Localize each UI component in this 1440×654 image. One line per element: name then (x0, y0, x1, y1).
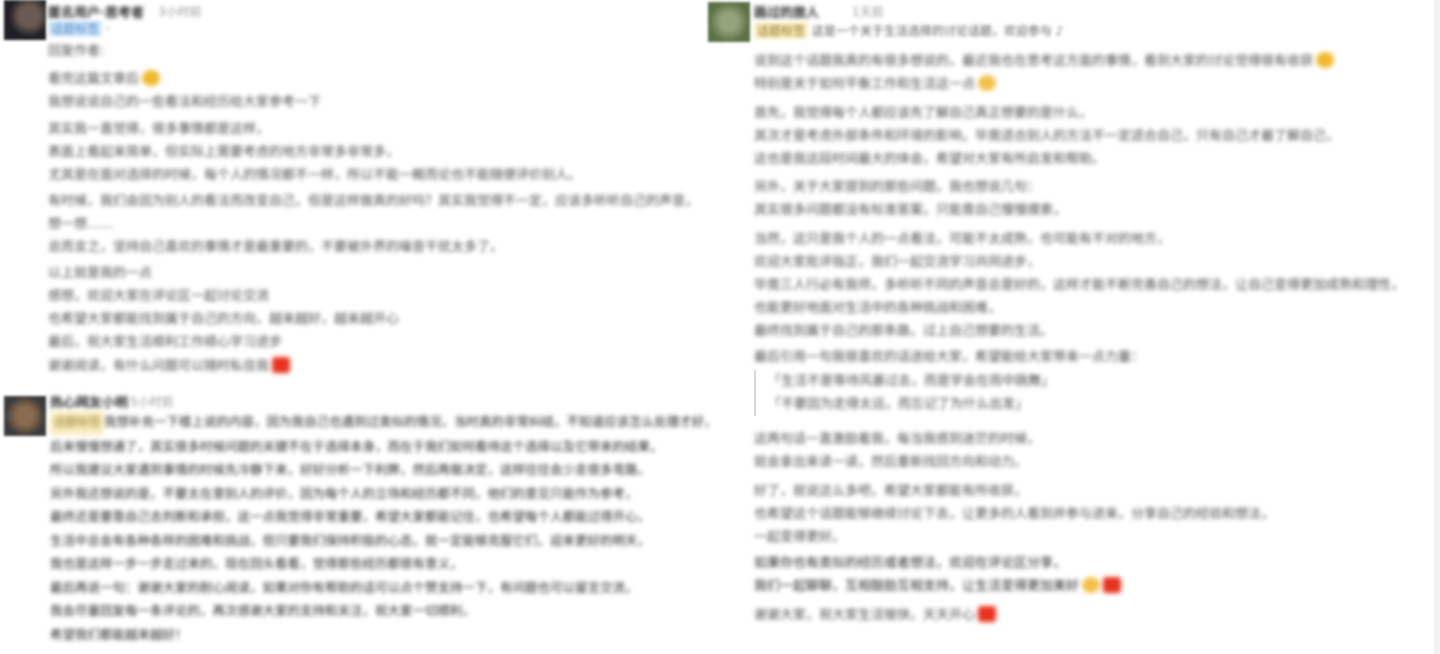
post-line: 我们一起聊聊，互相鼓励互相支持，让生活变得更加美好 (754, 575, 1122, 598)
comment-post: 路过的旅人 1天前 话题标签 这是一个关于生活选择的讨论话题，欢迎参与 ♪ 说到… (704, 0, 1440, 654)
post-line: 好了，就说这么多吧，希望大家都能有所收获， (754, 484, 1028, 499)
tag-line: 话题标签 · (48, 20, 110, 37)
topic-tag[interactable]: 话题标签 (48, 20, 103, 37)
post-line: 其实我一直觉得，很多事情都是这样， (48, 122, 270, 137)
post-line: 如果你也有类似的经历或者想法，欢迎在评论区分享， (754, 556, 1067, 571)
post-line: 也希望大家都能找到属于自己的方向，越来越好，越来越开心 (48, 312, 400, 327)
author-name[interactable]: 热心网友小明 (50, 392, 128, 411)
post-line: 其实很多问题都没有标准答案，只能靠自己慢慢摸索， (754, 203, 1067, 218)
post-line: 其次才是考虑外部条件和环境的影响，毕竟适合别人的方法不一定适合自己，只有自己才最… (754, 129, 1340, 144)
post-line: 特别是关于如何平衡工作和生活这一点 (754, 73, 1334, 96)
post-line: 谢谢大家，祝大家生活愉快，天天开心 (754, 604, 997, 627)
post-line: 最终还是要靠自己去判断和承担，这一点我觉得非常重要，希望大家都能记住，也希望每个… (50, 509, 651, 524)
post-line: 谢谢阅读，有什么问题可以随时私信我 (48, 355, 291, 378)
author-name[interactable]: 路过的旅人 (754, 2, 819, 21)
post-line: 最后引用一句我很喜欢的话送给大家，希望能给大家带来一点力量： (754, 350, 1145, 365)
quote-line: 「生活不是等待风暴过去，而是学会在雨中跳舞」 (768, 374, 1055, 389)
comment-post: 匿名用户·思考者 3小时前 话题标签 · 回复作者: 看完这篇文章后 我想说说自… (0, 0, 730, 385)
topic-tag[interactable]: 话题标签 (754, 22, 809, 39)
timestamp: 1天前 (852, 5, 884, 19)
timestamp: 3小时前 (158, 5, 202, 19)
post-line: 最终找到属于自己的那条路，过上自己想要的生活。 (754, 324, 1054, 339)
tag-tail: · (105, 22, 110, 36)
post-line: 总而言之，坚持自己喜欢的事情才是最重要的，不要被外界的噪音干扰太多了。 (48, 240, 504, 255)
post-line: 生活中总会有各种各样的困难和挑战，但只要我们保持积极的心态，就一定能够克服它们，… (50, 532, 651, 548)
heart-icon (978, 606, 997, 622)
author-name[interactable]: 匿名用户·思考者 (48, 2, 144, 21)
post-line: 我也是这样一步一步走过来的，现在回头看看，觉得那些经历都很有意义， (50, 556, 463, 571)
post-line: 首先，我觉得每个人都应该先了解自己真正想要的是什么， (754, 106, 1093, 121)
post-line: 我想说说自己的一些看法和经历给大家参考一下 (48, 95, 322, 110)
post-line: 最后，祝大家生活顺利工作顺心学习进步 (48, 335, 283, 350)
heart-icon (1103, 577, 1122, 593)
quote-line: 「不要因为走得太远，而忘记了为什么出发」 (768, 397, 1029, 412)
post-line: 尤其是在面对选择的时候，每个人的情况都不一样，所以不能一概而论也不能随便评价别人… (48, 168, 582, 183)
post-line: 毕竟三人行必有我师，多听听不同的声音总是好的，这样才能不断完善自己的想法，让自己… (754, 278, 1405, 293)
timestamp: 5小时前 (130, 395, 174, 409)
post-line: 就会拿出来读一读，然后重新找回方向和动力。 (754, 455, 1028, 470)
post-line: 所以我建议大家遇到事情的时候先冷静下来，好好分析一下利弊，然后再做决定，这样往往… (50, 462, 651, 477)
avatar[interactable] (4, 396, 46, 436)
tag-tail: 这是一个关于生活选择的讨论话题，欢迎参与 ♪ (811, 24, 1064, 38)
post-line: 话题标签 我想补充一下楼上说的内容，因为我自己也遇到过类似的情况，当时真的非常纠结… (50, 410, 717, 435)
post-line: 也希望这个话题能够继续讨论下去，让更多的人看到并参与进来，分享自己的经验和想法， (754, 507, 1275, 522)
post-line: 想一想…… (48, 217, 114, 232)
post-line: 希望我们都能越来越好！ (50, 626, 188, 642)
avatar[interactable] (4, 0, 46, 40)
topic-tag[interactable]: 话题标签 (50, 411, 105, 435)
post-line: 有时候，我们会因为别人的看法而改变自己，但是这样做真的好吗？其实我觉得不一定，应… (48, 194, 699, 209)
post-line: 后来慢慢想通了，其实很多时候问题的关键不在于选择本身，而在于我们如何看待这个选择… (50, 438, 663, 454)
post-line: 表面上看起来简单，但实际上需要考虑的地方非常多非常多， (48, 145, 400, 160)
grinning-face-icon (142, 70, 161, 86)
comment-post: 热心网友小明 5小时前 话题标签 我想补充一下楼上说的内容，因为我自己也遇到过类似… (0, 390, 730, 654)
post-line: 这也是我这段时间最大的体会，希望对大家有所启发和帮助。 (754, 152, 1106, 167)
reply-prefix: 回复作者: (48, 44, 105, 59)
heart-icon (272, 357, 291, 373)
page-edge (1434, 0, 1440, 654)
grinning-face-icon (978, 75, 997, 91)
post-line: 感想，欢迎大家在评论区一起讨论交流 (48, 289, 270, 304)
tag-line: 话题标签 这是一个关于生活选择的讨论话题，欢迎参与 ♪ (754, 22, 1063, 39)
post-line: 当然，这只是我个人的一点看法，可能不太成熟，也可能有不对的地方， (754, 232, 1171, 247)
post-line: 以上就是我的一点 (48, 266, 153, 281)
post-line: 这两句话一直激励着我，每当我感到迷茫的时候， (754, 432, 1041, 447)
post-line: 欢迎大家批评指正，我们一起交流学习共同进步， (754, 255, 1041, 270)
post-line: 一起变得更好。 (754, 530, 846, 545)
grinning-face-icon (1316, 52, 1335, 68)
post-line: 我会尽量回复每一条评论的，再次感谢大家的支持和关注，祝大家一切顺利， (50, 603, 476, 618)
post-line: 看完这篇文章后 (48, 68, 321, 91)
blockquote: 「生活不是等待风暴过去，而是学会在雨中跳舞」 「不要因为走得太远，而忘记了为什么… (754, 370, 1054, 416)
post-line: 另外，关于大家提到的那些问题，我也想说几句： (754, 180, 1041, 195)
post-line: 最后再说一句：谢谢大家的耐心阅读，如果对你有帮助的话可以点个赞支持一下，有问题也… (50, 579, 638, 595)
grinning-face-icon (1082, 577, 1101, 593)
post-line: 也能更好地面对生活中的各种挑战和困难， (754, 301, 1002, 316)
avatar[interactable] (708, 2, 750, 42)
post-line: 说到这个话题我真的有很多想说的，最近我也在思考这方面的事情，看到大家的讨论觉得很… (754, 50, 1335, 73)
post-line: 另外我还想说的是，不要太在意别人的评价，因为每个人的立场和经历都不同，他们的意见… (50, 485, 638, 501)
